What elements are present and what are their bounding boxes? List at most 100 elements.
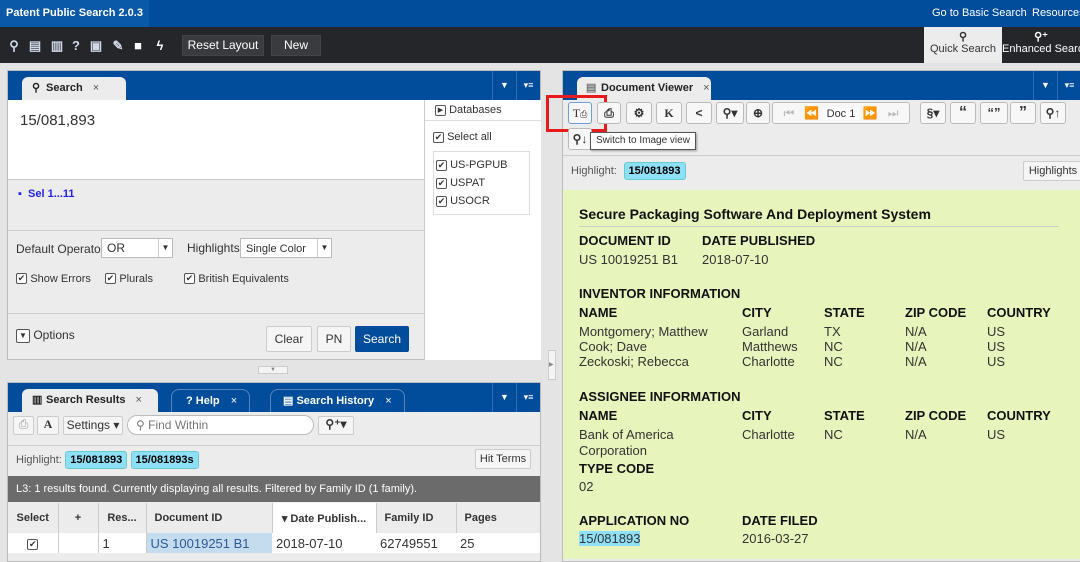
first-doc-icon[interactable]: ⏮ [784, 106, 795, 120]
note-icon[interactable]: ■ [130, 38, 146, 54]
default-operator-label: Default Operator: [16, 242, 109, 256]
column-header[interactable]: + [58, 503, 99, 533]
flash-icon[interactable]: ϟ [152, 38, 168, 54]
select-all-checkbox[interactable]: ✔ Select all [425, 121, 541, 143]
close-icon[interactable]: × [703, 82, 709, 94]
doc-number[interactable]: Doc 1 [822, 108, 860, 120]
document-id-link[interactable]: US 10019251 B1 [146, 533, 272, 553]
kwic-icon[interactable]: K [656, 102, 682, 124]
checkbox-icon: ✔ [436, 159, 447, 171]
advanced-find-button[interactable]: ⚲⁺▾ [318, 416, 354, 435]
expand-icon: ▶ [435, 104, 446, 116]
close-icon[interactable]: × [231, 395, 237, 407]
resources-link[interactable]: Resources [1032, 0, 1080, 27]
search-history-icon[interactable]: ▤ [27, 38, 43, 54]
plurals-checkbox[interactable]: ✔ Plurals [105, 271, 153, 285]
share-icon[interactable]: < [686, 102, 712, 124]
vertical-splitter-handle[interactable]: ▶ [548, 350, 556, 380]
column-header[interactable]: Select [8, 503, 59, 533]
gear-icon[interactable]: ⚙ [626, 102, 652, 124]
reset-layout-button[interactable]: Reset Layout [182, 35, 264, 56]
history-item[interactable]: ▪ Sel 1...11 [18, 188, 75, 200]
settings-dropdown[interactable]: Settings ▾ [63, 416, 123, 435]
tab-help[interactable]: ? Help × [171, 389, 251, 412]
search-dropdown-icon[interactable]: ⚲▾ [716, 102, 744, 124]
search-icon[interactable]: ⚲ [6, 38, 22, 54]
panel-dropdown-icon[interactable]: ▼ [492, 383, 516, 412]
print-icon[interactable]: ⎙ [13, 416, 34, 435]
show-errors-checkbox[interactable]: ✔ Show Errors [16, 271, 91, 285]
british-checkbox[interactable]: ✔ British Equivalents [184, 271, 289, 285]
last-doc-icon[interactable]: ⏭ [888, 106, 899, 120]
quotes-icon[interactable]: “” [980, 102, 1008, 124]
databases-toggle[interactable]: ▶ Databases [425, 100, 541, 121]
highlight-chip[interactable]: 15/081893s [130, 451, 199, 469]
database-usocr[interactable]: ✔ USOCR [436, 192, 527, 210]
help-icon[interactable]: ? [68, 38, 84, 54]
enhanced-search-button[interactable]: ⚲⁺Enhanced Search [1002, 27, 1080, 63]
default-operator-select[interactable]: OR ▼ [101, 238, 173, 258]
results-icon[interactable]: ▥ [49, 38, 65, 54]
font-size-icon[interactable]: A [37, 416, 59, 435]
tab-search-history[interactable]: ▤ Search History × [270, 389, 405, 412]
new-button[interactable]: New [271, 35, 321, 56]
close-quote-icon[interactable]: ” [1010, 102, 1036, 124]
splitter-handle[interactable]: ▼ [258, 366, 288, 374]
basic-search-link[interactable]: Go to Basic Search [932, 0, 1027, 27]
document-title: Secure Packaging Software And Deployment… [579, 206, 1059, 227]
assignee-heading: ASSIGNEE INFORMATION [579, 389, 741, 404]
expand-cell[interactable] [58, 533, 99, 553]
panel-menu-icon[interactable]: ▾≡ [516, 71, 540, 100]
key-down-icon[interactable]: ⚲↓ [568, 128, 592, 150]
column-header[interactable]: Document ID [146, 503, 273, 533]
close-icon[interactable]: × [385, 395, 391, 407]
column-header[interactable]: Family ID [376, 503, 457, 533]
next-doc-icon[interactable]: ⏩ [863, 106, 878, 120]
column-header[interactable]: Res... [98, 503, 147, 533]
tab-search-results[interactable]: ▥ Search Results × [22, 389, 158, 412]
checkbox-icon: ✔ [436, 177, 447, 189]
clear-button[interactable]: Clear [266, 326, 312, 352]
database-us-pgpub[interactable]: ✔ US-PGPUB [436, 156, 527, 174]
print-icon[interactable]: ⎙ [597, 102, 621, 124]
key-up-icon[interactable]: ⚲↑ [1040, 102, 1066, 124]
column-header[interactable]: Pages [456, 503, 540, 533]
tab-search[interactable]: ⚲ Search × [22, 77, 126, 100]
inventor-city: Garland [742, 324, 789, 339]
close-icon[interactable]: × [135, 394, 141, 406]
search-button[interactable]: Search [355, 326, 409, 352]
table-row[interactable]: ✔ 1 US 10019251 B1 2018-07-10 62749551 2… [8, 533, 540, 553]
column-header[interactable]: ▾ Date Publish... [272, 503, 377, 533]
hit-terms-button[interactable]: Hit Terms [475, 449, 531, 469]
highlights-button[interactable]: Highlights [1023, 161, 1080, 181]
highlight-chip[interactable]: 15/081893 [65, 451, 128, 469]
open-quote-icon[interactable]: “ [950, 102, 976, 124]
zoom-in-icon[interactable]: ⊕ [746, 102, 770, 124]
pn-button[interactable]: PN [317, 326, 351, 352]
quick-search-button[interactable]: ⚲ Quick Search [924, 27, 1002, 63]
history-item-label: Sel 1...11 [28, 188, 75, 200]
result-number: 1 [98, 533, 147, 553]
database-uspat[interactable]: ✔ USPAT [436, 174, 527, 192]
find-within-input[interactable]: ⚲ Find Within [127, 415, 314, 435]
new-note-icon[interactable]: ✎ [110, 38, 126, 54]
panel-menu-icon[interactable]: ▾≡ [516, 383, 540, 412]
checkbox-icon: ✔ [184, 273, 195, 285]
panel-menu-icon[interactable]: ▾≡ [1057, 71, 1080, 100]
british-label: British Equivalents [198, 273, 289, 285]
section-icon[interactable]: §▾ [920, 102, 946, 124]
highlight-chip[interactable]: 15/081893 [623, 162, 686, 180]
row-checkbox[interactable]: ✔ [27, 538, 39, 550]
checkbox-icon: ✔ [433, 131, 444, 143]
prev-doc-icon[interactable]: ⏪ [804, 106, 819, 120]
close-icon[interactable]: × [93, 82, 99, 94]
panel-dropdown-icon[interactable]: ▼ [1033, 71, 1057, 100]
panel-dropdown-icon[interactable]: ▼ [492, 71, 516, 100]
tab-label: Search [46, 82, 83, 94]
query-input[interactable]: 15/081,893 [8, 100, 424, 180]
highlights-select[interactable]: Single Color ▼ [240, 238, 332, 258]
options-toggle[interactable]: ▼ Options [16, 328, 75, 343]
inventor-country: US [987, 354, 1006, 369]
tab-label: Document Viewer [601, 82, 694, 94]
document-icon[interactable]: ▣ [88, 38, 104, 54]
